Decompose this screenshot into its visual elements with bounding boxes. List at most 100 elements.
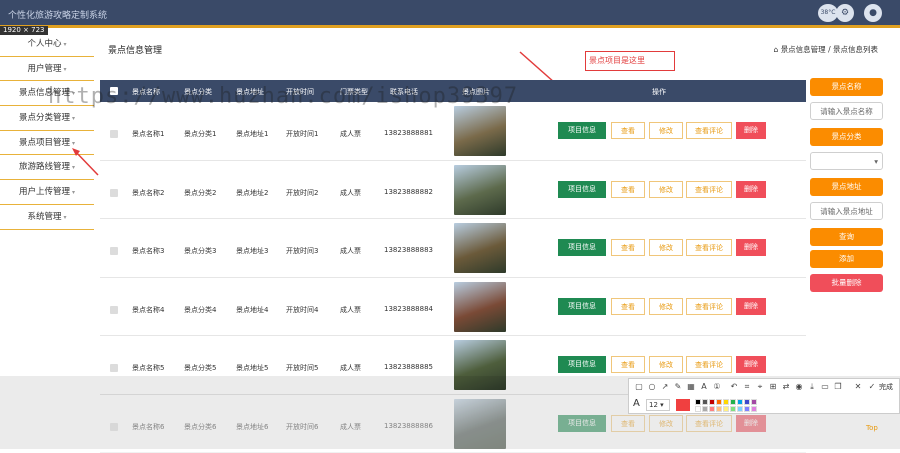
spot-address-cell: 景点地址2	[236, 188, 268, 198]
row-checkbox[interactable]	[110, 189, 118, 197]
color-swatch[interactable]	[695, 399, 701, 405]
add-button[interactable]: 添加	[810, 250, 883, 268]
color-swatch[interactable]	[730, 399, 736, 405]
col-actions: 操作	[652, 87, 666, 97]
color-swatch[interactable]	[737, 399, 743, 405]
spot-ticket-cell: 成人票	[340, 129, 361, 139]
circle-icon[interactable]: ○	[647, 382, 657, 392]
view-review-button[interactable]: 查看评论	[686, 239, 732, 256]
view-button[interactable]: 查看	[611, 356, 645, 373]
spot-image	[454, 282, 506, 332]
record-icon[interactable]: ◉	[794, 382, 804, 392]
delete-button[interactable]: 删除	[736, 239, 766, 256]
view-review-button[interactable]: 查看评论	[686, 122, 732, 139]
spot-address-cell: 景点地址4	[236, 305, 268, 315]
color-swatch[interactable]	[702, 399, 708, 405]
edit-button[interactable]: 修改	[649, 239, 683, 256]
color-swatch[interactable]	[744, 406, 750, 412]
name-input[interactable]: 请输入景点名称	[810, 102, 883, 120]
edit-button[interactable]: 修改	[649, 122, 683, 139]
spot-address-cell: 景点地址3	[236, 246, 268, 256]
pen-icon[interactable]: ✎	[673, 382, 683, 392]
spot-name-cell: 景点名称4	[132, 305, 164, 315]
mosaic-icon[interactable]: ▦	[686, 382, 696, 392]
row-checkbox[interactable]	[110, 306, 118, 314]
spot-image	[454, 223, 506, 273]
rectangle-icon[interactable]: ▢	[634, 382, 644, 392]
edit-button[interactable]: 修改	[649, 356, 683, 373]
edit-button[interactable]: 修改	[649, 298, 683, 315]
spot-phone-cell: 13823888883	[384, 246, 433, 254]
crop-icon[interactable]: ⌗	[742, 382, 752, 392]
color-swatch[interactable]	[716, 406, 722, 412]
spot-image	[454, 165, 506, 215]
project-info-button[interactable]: 项目信息	[558, 181, 606, 198]
color-swatch[interactable]	[744, 399, 750, 405]
view-review-button[interactable]: 查看评论	[686, 298, 732, 315]
category-select[interactable]: ▾	[810, 152, 883, 170]
copy-icon[interactable]: ❐	[833, 382, 843, 392]
ocr-icon[interactable]: ⊞	[768, 382, 778, 392]
download-icon[interactable]: ⤓	[807, 382, 817, 392]
row-checkbox[interactable]	[110, 247, 118, 255]
color-swatch[interactable]	[695, 406, 701, 412]
done-button[interactable]: 完成	[879, 382, 893, 392]
undo-icon[interactable]: ↶	[729, 382, 739, 392]
current-color-swatch[interactable]	[676, 399, 690, 411]
table-row: 景点名称2景点分类2景点地址2开放时间2成人票13823888882项目信息查看…	[100, 161, 806, 220]
back-to-top-link[interactable]: Top	[866, 424, 878, 432]
color-swatch[interactable]	[709, 406, 715, 412]
row-checkbox[interactable]	[110, 364, 118, 372]
project-info-button[interactable]: 项目信息	[558, 122, 606, 139]
view-button[interactable]: 查看	[611, 122, 645, 139]
confirm-icon[interactable]: ✓	[867, 382, 877, 392]
color-swatch[interactable]	[716, 399, 722, 405]
color-swatch[interactable]	[751, 399, 757, 405]
color-swatch[interactable]	[723, 406, 729, 412]
text-icon[interactable]: A	[699, 382, 709, 392]
save-icon[interactable]: ▭	[820, 382, 830, 392]
project-info-button[interactable]: 项目信息	[558, 239, 606, 256]
color-swatch[interactable]	[723, 399, 729, 405]
spot-hours-cell: 开放时间3	[286, 246, 318, 256]
delete-button[interactable]: 删除	[736, 122, 766, 139]
spot-hours-cell: 开放时间2	[286, 188, 318, 198]
row-checkbox[interactable]	[110, 130, 118, 138]
batch-delete-button[interactable]: 批量删除	[810, 274, 883, 292]
color-swatch[interactable]	[730, 406, 736, 412]
delete-button[interactable]: 删除	[736, 181, 766, 198]
color-swatch[interactable]	[737, 406, 743, 412]
spot-phone-cell: 13823888884	[384, 305, 433, 313]
arrow-icon[interactable]: ↗	[660, 382, 670, 392]
pin-icon[interactable]: ⌖	[755, 382, 765, 392]
delete-button[interactable]: 删除	[736, 298, 766, 315]
name-label: 景点名称	[810, 78, 883, 96]
color-swatch[interactable]	[751, 406, 757, 412]
view-review-button[interactable]: 查看评论	[686, 356, 732, 373]
spot-category-cell: 景点分类2	[184, 188, 216, 198]
table-row: 景点名称3景点分类3景点地址3开放时间3成人票13823888883项目信息查看…	[100, 219, 806, 278]
close-icon[interactable]: ✕	[853, 382, 863, 392]
query-button[interactable]: 查询	[810, 228, 883, 246]
view-button[interactable]: 查看	[611, 298, 645, 315]
project-info-button[interactable]: 项目信息	[558, 298, 606, 315]
font-size-select[interactable]: 12 ▾	[646, 399, 670, 411]
spot-image	[454, 106, 506, 156]
number-icon[interactable]: ①	[712, 382, 722, 392]
spot-phone-cell: 13823888885	[384, 363, 433, 371]
color-swatch[interactable]	[709, 399, 715, 405]
edit-button[interactable]: 修改	[649, 181, 683, 198]
translate-icon[interactable]: ⇄	[781, 382, 791, 392]
watermark-text: https://www.huzhan.com/ishop39397	[48, 84, 518, 109]
spot-category-cell: 景点分类4	[184, 305, 216, 315]
view-review-button[interactable]: 查看评论	[686, 181, 732, 198]
spot-name-cell: 景点名称5	[132, 363, 164, 373]
delete-button[interactable]: 删除	[736, 356, 766, 373]
spot-name-cell: 景点名称3	[132, 246, 164, 256]
address-input[interactable]: 请输入景点地址	[810, 202, 883, 220]
spot-ticket-cell: 成人票	[340, 246, 361, 256]
view-button[interactable]: 查看	[611, 181, 645, 198]
view-button[interactable]: 查看	[611, 239, 645, 256]
project-info-button[interactable]: 项目信息	[558, 356, 606, 373]
color-swatch[interactable]	[702, 406, 708, 412]
